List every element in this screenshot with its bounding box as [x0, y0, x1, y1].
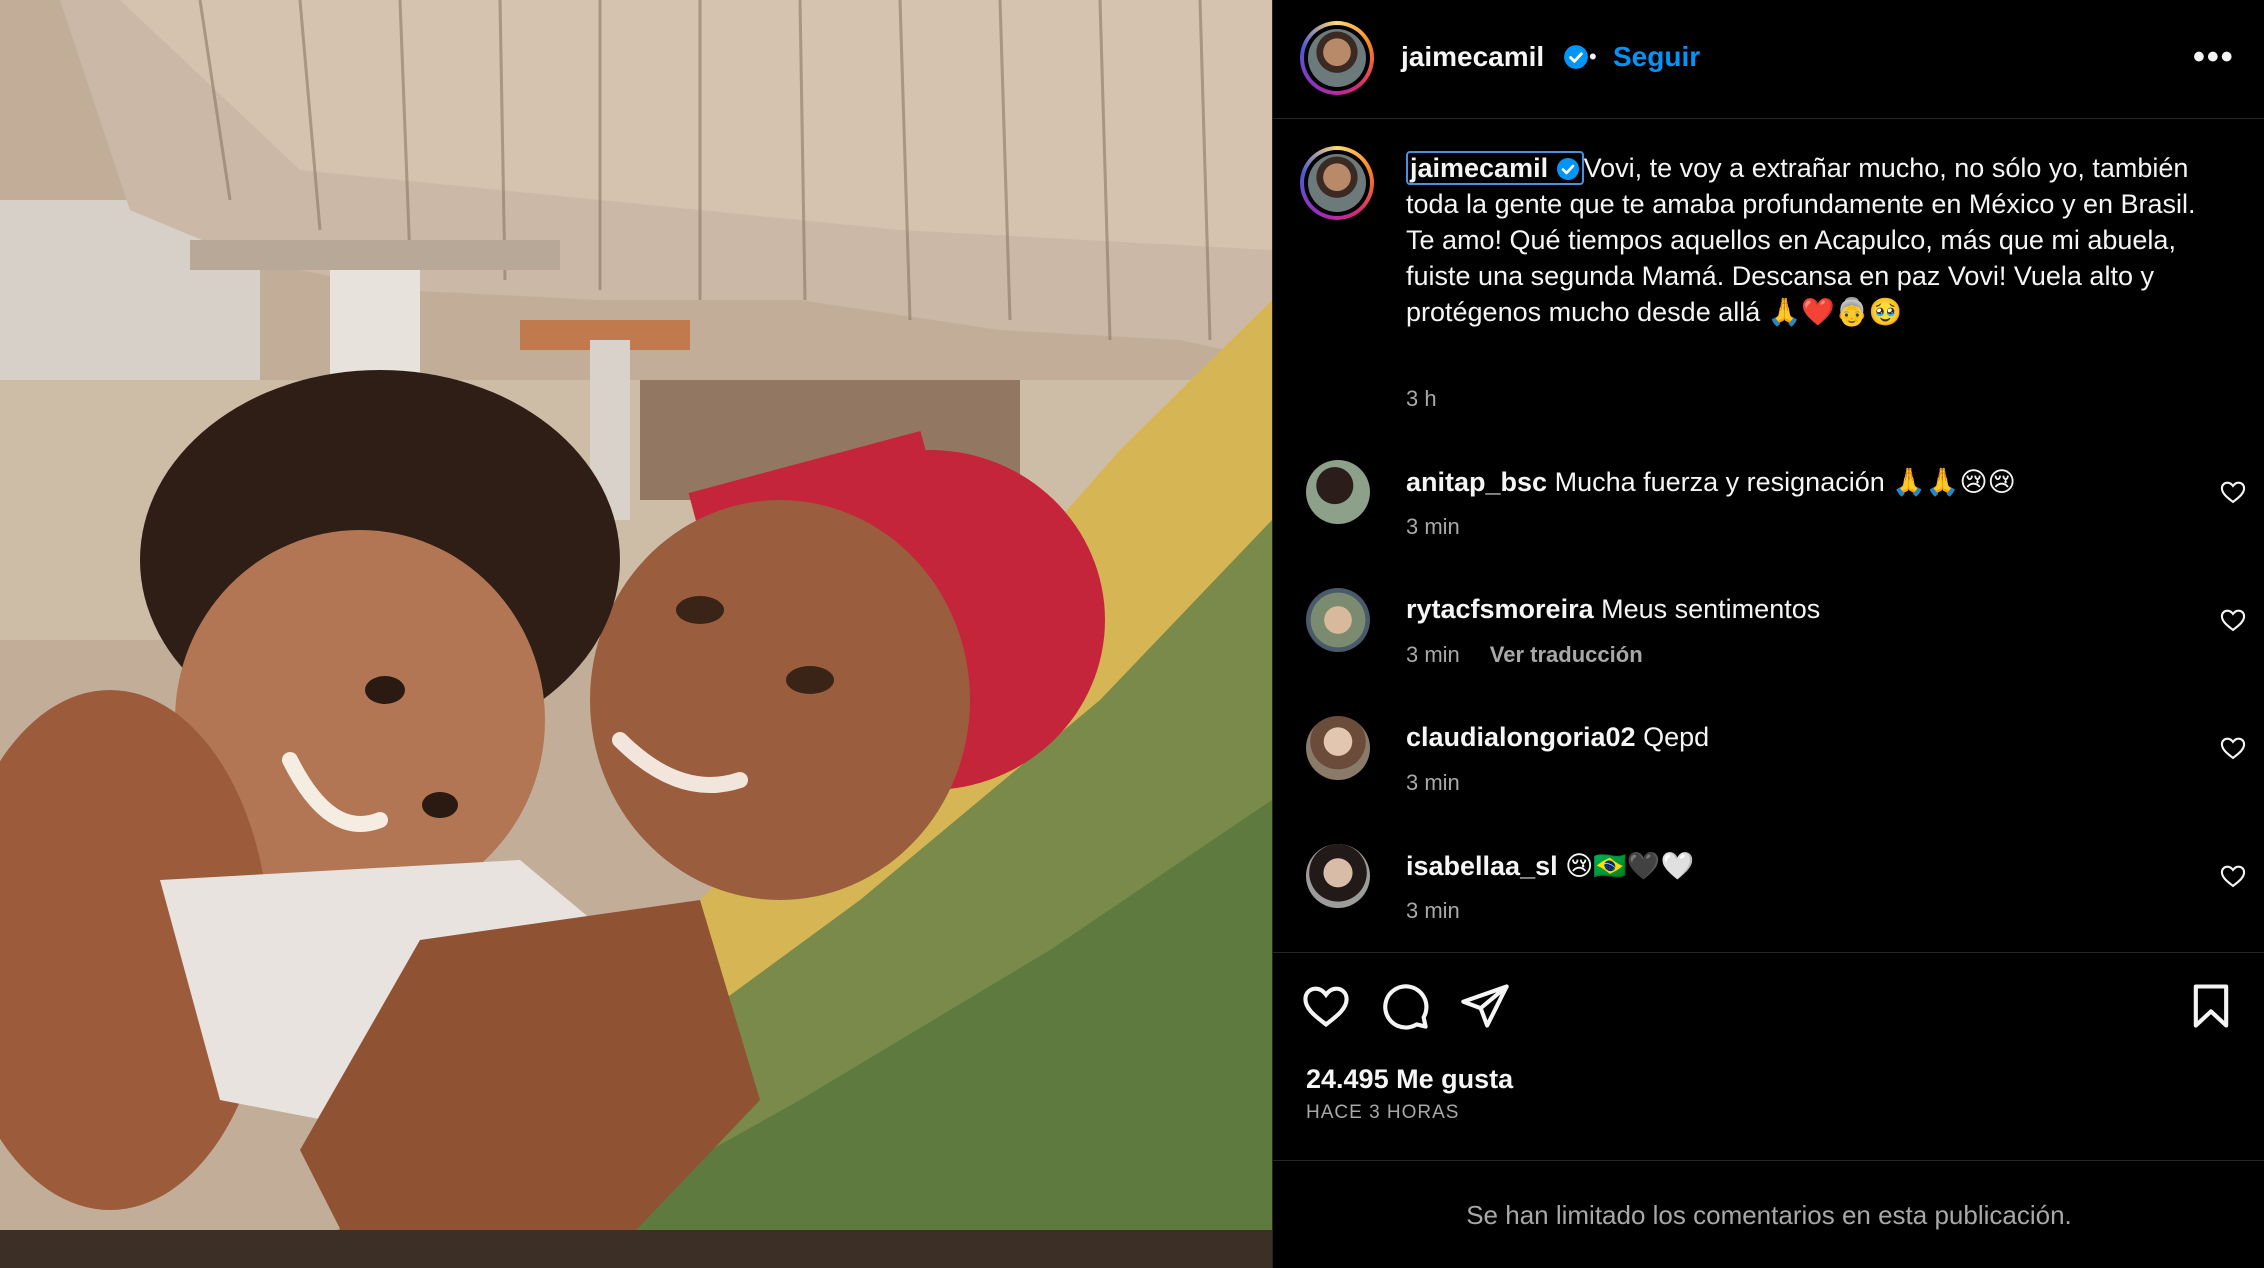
comment-item: anitap_bsc Mucha fuerza y resignación 🙏🙏…: [1406, 466, 2186, 498]
comment-username[interactable]: claudialongoria02: [1406, 722, 1636, 752]
post-caption: jaimecamil Vovi, te voy a extrañar mucho…: [1406, 150, 2216, 330]
comment-like-heart-icon[interactable]: [2219, 734, 2247, 762]
comment-meta: 3 min: [1406, 898, 1460, 924]
comment-meta: 3 min: [1406, 514, 1460, 540]
more-options-icon[interactable]: •••: [2193, 38, 2235, 77]
caption-time[interactable]: 3 h: [1406, 386, 1437, 412]
comment-time[interactable]: 3 min: [1406, 770, 1460, 795]
commenter-avatar[interactable]: [1306, 460, 1370, 524]
comment-text: Qepd: [1643, 722, 1710, 752]
header-divider: [1273, 118, 2264, 119]
post-photo-art: [0, 0, 1272, 1268]
caption-author-name[interactable]: jaimecamil: [1410, 153, 1548, 183]
comment-time[interactable]: 3 min: [1406, 898, 1460, 923]
share-icon[interactable]: [1459, 980, 1511, 1032]
actions-divider: [1273, 952, 2264, 953]
heart-icon[interactable]: [1300, 980, 1352, 1032]
post-photo[interactable]: [0, 0, 1272, 1268]
see-translation-link[interactable]: Ver traducción: [1490, 642, 1643, 667]
comment-username[interactable]: rytacfsmoreira: [1406, 594, 1594, 624]
post-timestamp[interactable]: HACE 3 HORAS: [1306, 1102, 1459, 1124]
caption-author-username[interactable]: jaimecamil: [1406, 151, 1584, 185]
comment-item: isabellaa_sl 😢🇧🇷🖤🤍: [1406, 850, 2186, 882]
footer-divider: [1273, 1160, 2264, 1161]
comment-username[interactable]: anitap_bsc: [1406, 467, 1547, 497]
verified-badge-icon: [1556, 158, 1579, 180]
comment-like-heart-icon[interactable]: [2219, 606, 2247, 634]
comment-time[interactable]: 3 min: [1406, 514, 1460, 539]
likes-count[interactable]: 24.495 Me gusta: [1306, 1064, 1513, 1095]
commenter-avatar[interactable]: [1306, 716, 1370, 780]
comment-text: 😢🇧🇷🖤🤍: [1565, 851, 1695, 881]
comment-icon[interactable]: [1379, 980, 1431, 1032]
comment-time[interactable]: 3 min: [1406, 642, 1460, 667]
verified-badge-icon: [1564, 45, 1588, 69]
post-side-panel: jaimecamil • Seguir ••• jaimecamil Vovi,…: [1272, 0, 2264, 1268]
caption-author-avatar[interactable]: [1300, 146, 1374, 220]
comment-username[interactable]: isabellaa_sl: [1406, 851, 1558, 881]
comment-item: rytacfsmoreira Meus sentimentos: [1406, 594, 2186, 625]
comment-like-heart-icon[interactable]: [2219, 478, 2247, 506]
comments-limited-notice: Se han limitado los comentarios en esta …: [1466, 1200, 2072, 1230]
comment-meta: 3 min: [1406, 770, 1460, 796]
comment-text: Meus sentimentos: [1601, 594, 1821, 624]
author-avatar[interactable]: [1300, 21, 1374, 95]
comment-meta: 3 min Ver traducción: [1406, 642, 1643, 668]
bookmark-icon[interactable]: [2185, 980, 2237, 1032]
follow-button[interactable]: Seguir: [1613, 41, 1700, 73]
commenter-avatar[interactable]: [1306, 844, 1370, 908]
header-separator: •: [1589, 44, 1597, 69]
comment-like-heart-icon[interactable]: [2219, 862, 2247, 890]
author-username[interactable]: jaimecamil: [1401, 41, 1544, 73]
comment-text: Mucha fuerza y resignación 🙏🙏😢😢: [1554, 467, 2016, 497]
commenter-avatar[interactable]: [1306, 588, 1370, 652]
comment-item: claudialongoria02 Qepd: [1406, 722, 2186, 753]
